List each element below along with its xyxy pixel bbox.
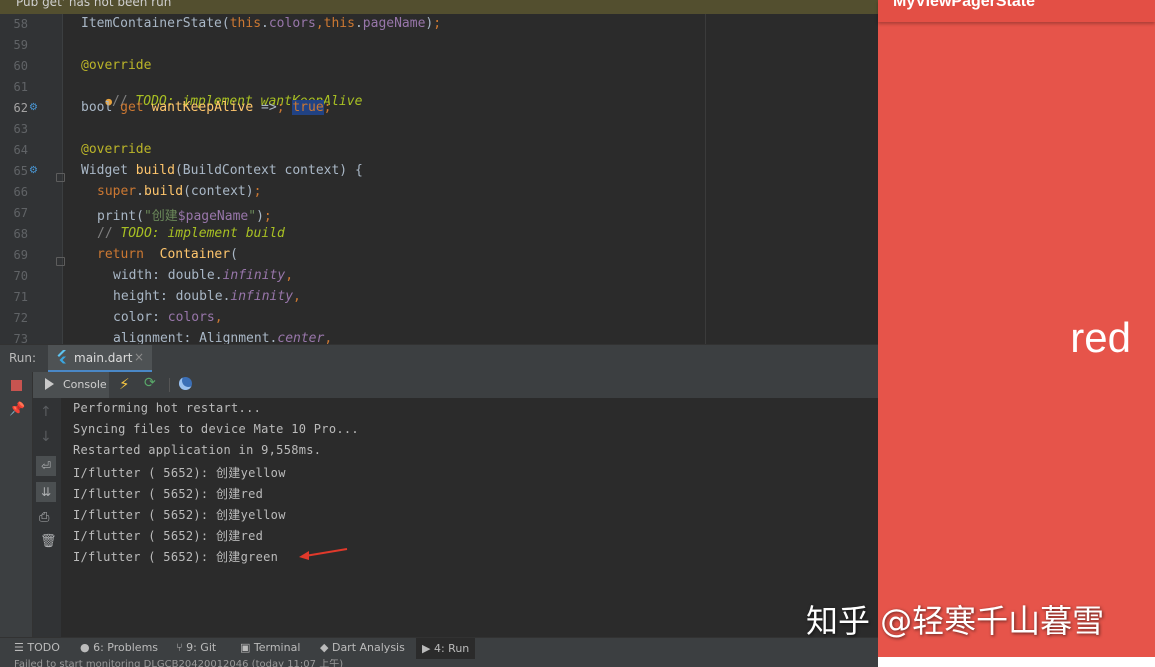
tab-terminal[interactable]: ▣ Terminal (240, 641, 300, 654)
tab-label: Dart Analysis (331, 641, 405, 654)
scroll-to-end-icon[interactable]: ⇊ (36, 482, 56, 502)
code-line: super.build(context); (97, 184, 262, 199)
code-line: @override (81, 142, 152, 157)
console-line: Restarted application in 9,558ms. (73, 443, 322, 457)
pin-icon[interactable]: 📌 (9, 402, 25, 417)
code-line: color: colors, (113, 310, 223, 325)
app-bar-title: MyViewPagerState (893, 0, 1035, 10)
console-line: I/flutter ( 5652): 创建red (73, 529, 264, 543)
arrow-up-icon[interactable]: ↑ (40, 404, 52, 420)
tab-label: 4: Run (433, 642, 470, 655)
run-tool-header: Run: main.dart × (0, 344, 878, 373)
phone-preview: MyViewPagerState red (878, 0, 1155, 667)
override-marker-icon[interactable]: ⚙ (29, 102, 38, 113)
code-line: return Container( (97, 247, 238, 262)
console-line: I/flutter ( 5652): 创建yellow (73, 466, 286, 480)
line-number: 58 (13, 17, 28, 31)
print-icon[interactable]: ⎙ (39, 510, 49, 525)
tab-label: 6: Problems (93, 641, 159, 654)
pub-get-banner[interactable]: Pub get' has not been run (0, 0, 878, 14)
tab-label: 9: Git (186, 641, 217, 654)
code-line: ItemContainerState(this.colors,this.page… (81, 16, 442, 31)
line-number: 65 (13, 164, 28, 178)
line-number: 70 (13, 269, 28, 283)
status-bar: Failed to start monitoring DLGCB20420012… (0, 659, 878, 667)
console-label: Console (63, 378, 107, 391)
console-line: I/flutter ( 5652): 创建green (73, 550, 279, 564)
line-number: 68 (13, 227, 28, 241)
toolbar-divider (169, 378, 170, 392)
console-toolbar: Console ⚡ ⟳ (33, 372, 878, 398)
console-line: Syncing files to device Mate 10 Pro... (73, 422, 359, 436)
line-number: 73 (13, 332, 28, 344)
trash-icon[interactable]: 🗑 (40, 534, 57, 549)
line-number: 66 (13, 185, 28, 199)
arrow-down-icon[interactable]: ↓ (40, 429, 52, 445)
line-number: 72 (13, 311, 28, 325)
line-number: 61 (13, 80, 28, 94)
tab-git[interactable]: ⑂ 9: Git (176, 641, 216, 654)
console-line: I/flutter ( 5652): 创建red (73, 487, 264, 501)
code-line: alignment: Alignment.center, (113, 331, 333, 344)
flutter-icon (57, 350, 66, 364)
watermark: 知乎 @轻寒千山暮雪 (806, 602, 1105, 640)
console-line: I/flutter ( 5652): 创建yellow (73, 508, 286, 522)
console-line: Performing hot restart... (73, 401, 262, 415)
tab-dart-analysis[interactable]: ◆ Dart Analysis (320, 641, 405, 654)
override-marker-icon[interactable]: ⚙ (29, 165, 38, 176)
close-icon[interactable]: × (134, 350, 144, 364)
banner-text: Pub get' has not been run (16, 0, 172, 9)
devtools-icon[interactable] (179, 377, 192, 390)
tab-label: TODO (27, 641, 60, 654)
fold-toggle-icon[interactable] (56, 173, 65, 182)
tab-label: main.dart (74, 351, 133, 365)
line-number: 62 (13, 101, 28, 115)
phone-bottom-edge (878, 657, 1155, 667)
console-icon (45, 378, 54, 390)
line-number: 64 (13, 143, 28, 157)
fold-toggle-icon[interactable] (56, 257, 65, 266)
soft-wrap-icon[interactable]: ⏎ (36, 456, 56, 476)
red-arrow-annotation (299, 548, 348, 560)
tab-console[interactable]: Console (33, 372, 109, 398)
tab-run[interactable]: ▶ 4: Run (416, 638, 476, 660)
hot-reload-icon[interactable]: ⚡ (119, 375, 130, 393)
line-number: 63 (13, 122, 28, 136)
run-sidebar: 📌 (0, 372, 33, 637)
status-text: Failed to start monitoring DLGCB20420012… (14, 659, 344, 667)
console-gutter: ↑ ↓ ⏎ ⇊ ⎙ 🗑 (33, 398, 61, 637)
code-line: print("创建$pageName"); (97, 209, 272, 224)
code-line: height: double.infinity, (113, 289, 301, 304)
page-text: red (1070, 314, 1131, 361)
tool-window-bar: ☰ TODO ● 6: Problems ⑂ 9: Git ▣ Terminal… (0, 637, 878, 660)
line-number: 69 (13, 248, 28, 262)
code-line: Widget build(BuildContext context) { (81, 163, 363, 178)
line-number: 59 (13, 38, 28, 52)
tab-problems[interactable]: ● 6: Problems (80, 641, 158, 654)
app-bar: MyViewPagerState (878, 0, 1155, 22)
line-number: 71 (13, 290, 28, 304)
code-editor[interactable]: 58 59 60 61 62 63 64 65 66 67 68 69 70 7… (0, 14, 878, 344)
hot-restart-icon[interactable]: ⟳ (144, 375, 156, 391)
stop-icon[interactable] (11, 380, 22, 391)
line-number: 60 (13, 59, 28, 73)
right-margin-guide (705, 14, 706, 344)
tab-label: Terminal (253, 641, 301, 654)
code-line: width: double.infinity, (113, 268, 294, 283)
tab-main-dart[interactable]: main.dart × (48, 345, 152, 372)
tab-todo[interactable]: ☰ TODO (14, 641, 60, 654)
code-line: @override (81, 58, 152, 73)
code-line: bool get wantKeepAlive =>; true; (81, 100, 332, 115)
run-title: Run: (9, 351, 37, 365)
console-output[interactable]: Performing hot restart... Syncing files … (61, 398, 878, 637)
code-line: // TODO: implement build (97, 226, 285, 241)
line-number: 67 (13, 206, 28, 220)
